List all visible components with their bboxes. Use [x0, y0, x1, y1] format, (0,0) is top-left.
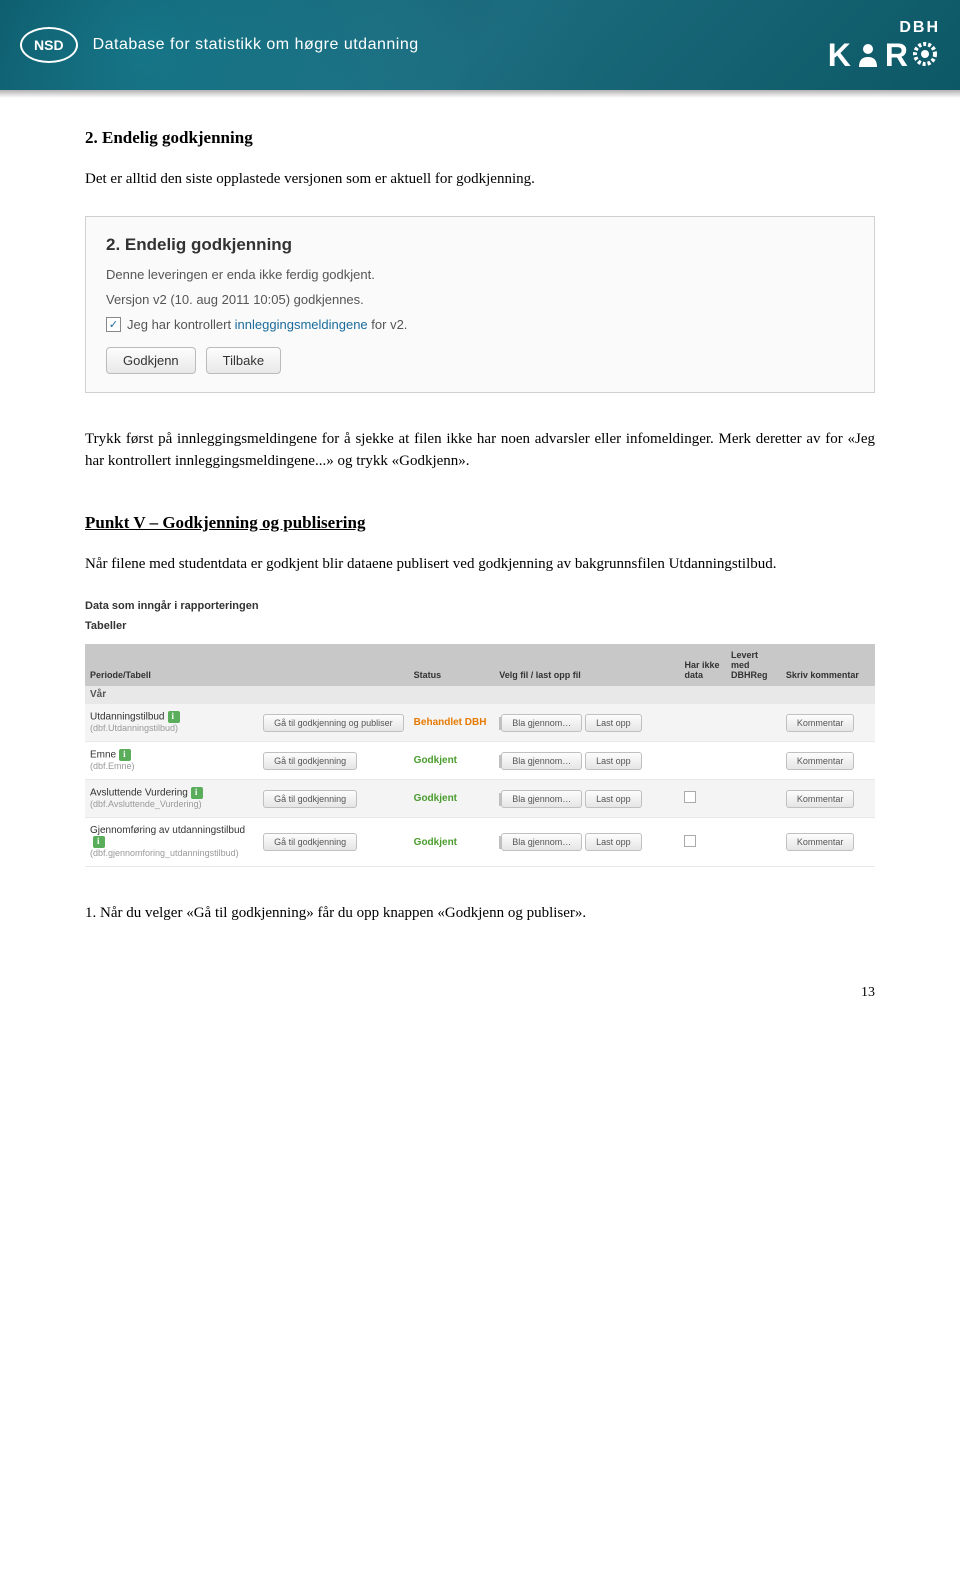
go-to-approval-button[interactable]: Gå til godkjenning og publiser: [263, 714, 404, 732]
page-number: 13: [0, 985, 960, 1031]
browse-button[interactable]: Bla gjennom…: [501, 833, 582, 851]
row-sub: (dbf.Utdanningstilbud): [90, 723, 178, 733]
upload-button[interactable]: Last opp: [585, 833, 642, 851]
ss-line-2: Versjon v2 (10. aug 2011 10:05) godkjenn…: [106, 292, 854, 307]
dbh-label: DBH: [899, 19, 940, 37]
info-icon[interactable]: [119, 749, 131, 761]
row-name: Gjennomføring av utdanningstilbud: [90, 825, 245, 836]
table-row: Gjennomføring av utdanningstilbud (dbf.gj…: [85, 818, 875, 867]
info-icon[interactable]: [168, 711, 180, 723]
page-banner: NSD Database for statistikk om høgre utd…: [0, 0, 960, 90]
browse-button[interactable]: Bla gjennom…: [501, 714, 582, 732]
comment-button[interactable]: Kommentar: [786, 790, 855, 808]
instruction-paragraph: Trykk først på innleggingsmeldingene for…: [85, 428, 875, 473]
table-row: Avsluttende Vurdering(dbf.Avsluttende_Vu…: [85, 780, 875, 818]
innleggingsmeldingene-link[interactable]: innleggingsmeldingene: [235, 317, 368, 332]
comment-button[interactable]: Kommentar: [786, 714, 855, 732]
col-status-action: [258, 644, 409, 686]
kurs-r: R: [885, 39, 908, 71]
browse-button[interactable]: Bla gjennom…: [501, 752, 582, 770]
confirm-checkbox[interactable]: ✓: [106, 317, 121, 332]
godkjenn-button[interactable]: Godkjenn: [106, 347, 196, 374]
section-2-title: 2. Endelig godkjenning: [85, 128, 875, 148]
upload-button[interactable]: Last opp: [585, 714, 642, 732]
report-table: Periode/Tabell Status Velg fil / last op…: [85, 644, 875, 867]
section-2-intro: Det er alltid den siste opplastede versj…: [85, 168, 875, 191]
go-to-approval-button[interactable]: Gå til godkjenning: [263, 833, 357, 851]
info-icon[interactable]: [93, 836, 105, 848]
go-to-approval-button[interactable]: Gå til godkjenning: [263, 790, 357, 808]
col-status: Status: [409, 644, 495, 686]
checkbox-label: Jeg har kontrollert innleggingsmeldingen…: [127, 317, 407, 332]
check-text-pre: Jeg har kontrollert: [127, 317, 235, 332]
comment-button[interactable]: Kommentar: [786, 752, 855, 770]
kurs-k: K: [828, 39, 851, 71]
table-row: Emne(dbf.Emne) Gå til godkjenning Godkjent…: [85, 742, 875, 780]
col-har-ikke-data: Har ikke data: [679, 644, 726, 686]
table-caption-1: Data som inngår i rapporteringen: [85, 600, 875, 612]
screenshot-rapportering-table: Data som inngår i rapporteringen Tabelle…: [85, 600, 875, 867]
semester-row: Vår: [85, 686, 875, 704]
row-sub: (dbf.gjennomforing_utdanningstilbud): [90, 848, 239, 858]
status-text: Godkjent: [414, 793, 457, 804]
row-sub: (dbf.Emne): [90, 761, 135, 771]
col-periode: Periode/Tabell: [85, 644, 258, 686]
banner-shadow: [0, 90, 960, 98]
banner-right-logo: DBH K R: [828, 19, 940, 71]
status-text: Godkjent: [414, 837, 457, 848]
row-name: Emne: [90, 750, 116, 761]
numbered-step-1: 1. Når du velger «Gå til godkjenning» få…: [85, 902, 875, 925]
col-levert-dbhreg: Levert med DBHReg: [726, 644, 781, 686]
row-name: Avsluttende Vurdering: [90, 788, 188, 799]
browse-button[interactable]: Bla gjennom…: [501, 790, 582, 808]
punkt-v-title: Punkt V – Godkjenning og publisering: [85, 513, 875, 533]
col-velg-fil: Velg fil / last opp fil: [494, 644, 679, 686]
row-sub: (dbf.Avsluttende_Vurdering): [90, 799, 202, 809]
table-caption-2: Tabeller: [85, 620, 875, 632]
ss-title: 2. Endelig godkjenning: [106, 235, 854, 255]
punkt-v-text: Når filene med studentdata er godkjent b…: [85, 553, 875, 576]
upload-button[interactable]: Last opp: [585, 790, 642, 808]
ss-line-1: Denne leveringen er enda ikke ferdig god…: [106, 267, 854, 282]
no-data-checkbox[interactable]: [684, 835, 696, 847]
nsd-logo: NSD: [20, 27, 78, 63]
go-to-approval-button[interactable]: Gå til godkjenning: [263, 752, 357, 770]
upload-button[interactable]: Last opp: [585, 752, 642, 770]
row-name: Utdanningstilbud: [90, 712, 165, 723]
status-text: Behandlet DBH: [414, 717, 487, 728]
screenshot-endelig-godkjenning: 2. Endelig godkjenning Denne leveringen …: [85, 216, 875, 393]
tilbake-button[interactable]: Tilbake: [206, 347, 281, 374]
gear-icon: [910, 39, 940, 69]
no-data-checkbox[interactable]: [684, 791, 696, 803]
banner-title: Database for statistikk om høgre utdanni…: [93, 36, 419, 54]
person-icon: [853, 39, 883, 69]
page-content: 2. Endelig godkjenning Det er alltid den…: [0, 98, 960, 985]
ss-checkbox-row: ✓ Jeg har kontrollert innleggingsmelding…: [106, 317, 854, 332]
comment-button[interactable]: Kommentar: [786, 833, 855, 851]
table-row: Utdanningstilbud(dbf.Utdanningstilbud) Gå…: [85, 704, 875, 742]
col-kommentar: Skriv kommentar: [781, 644, 875, 686]
info-icon[interactable]: [191, 787, 203, 799]
check-text-post: for v2.: [368, 317, 408, 332]
status-text: Godkjent: [414, 755, 457, 766]
